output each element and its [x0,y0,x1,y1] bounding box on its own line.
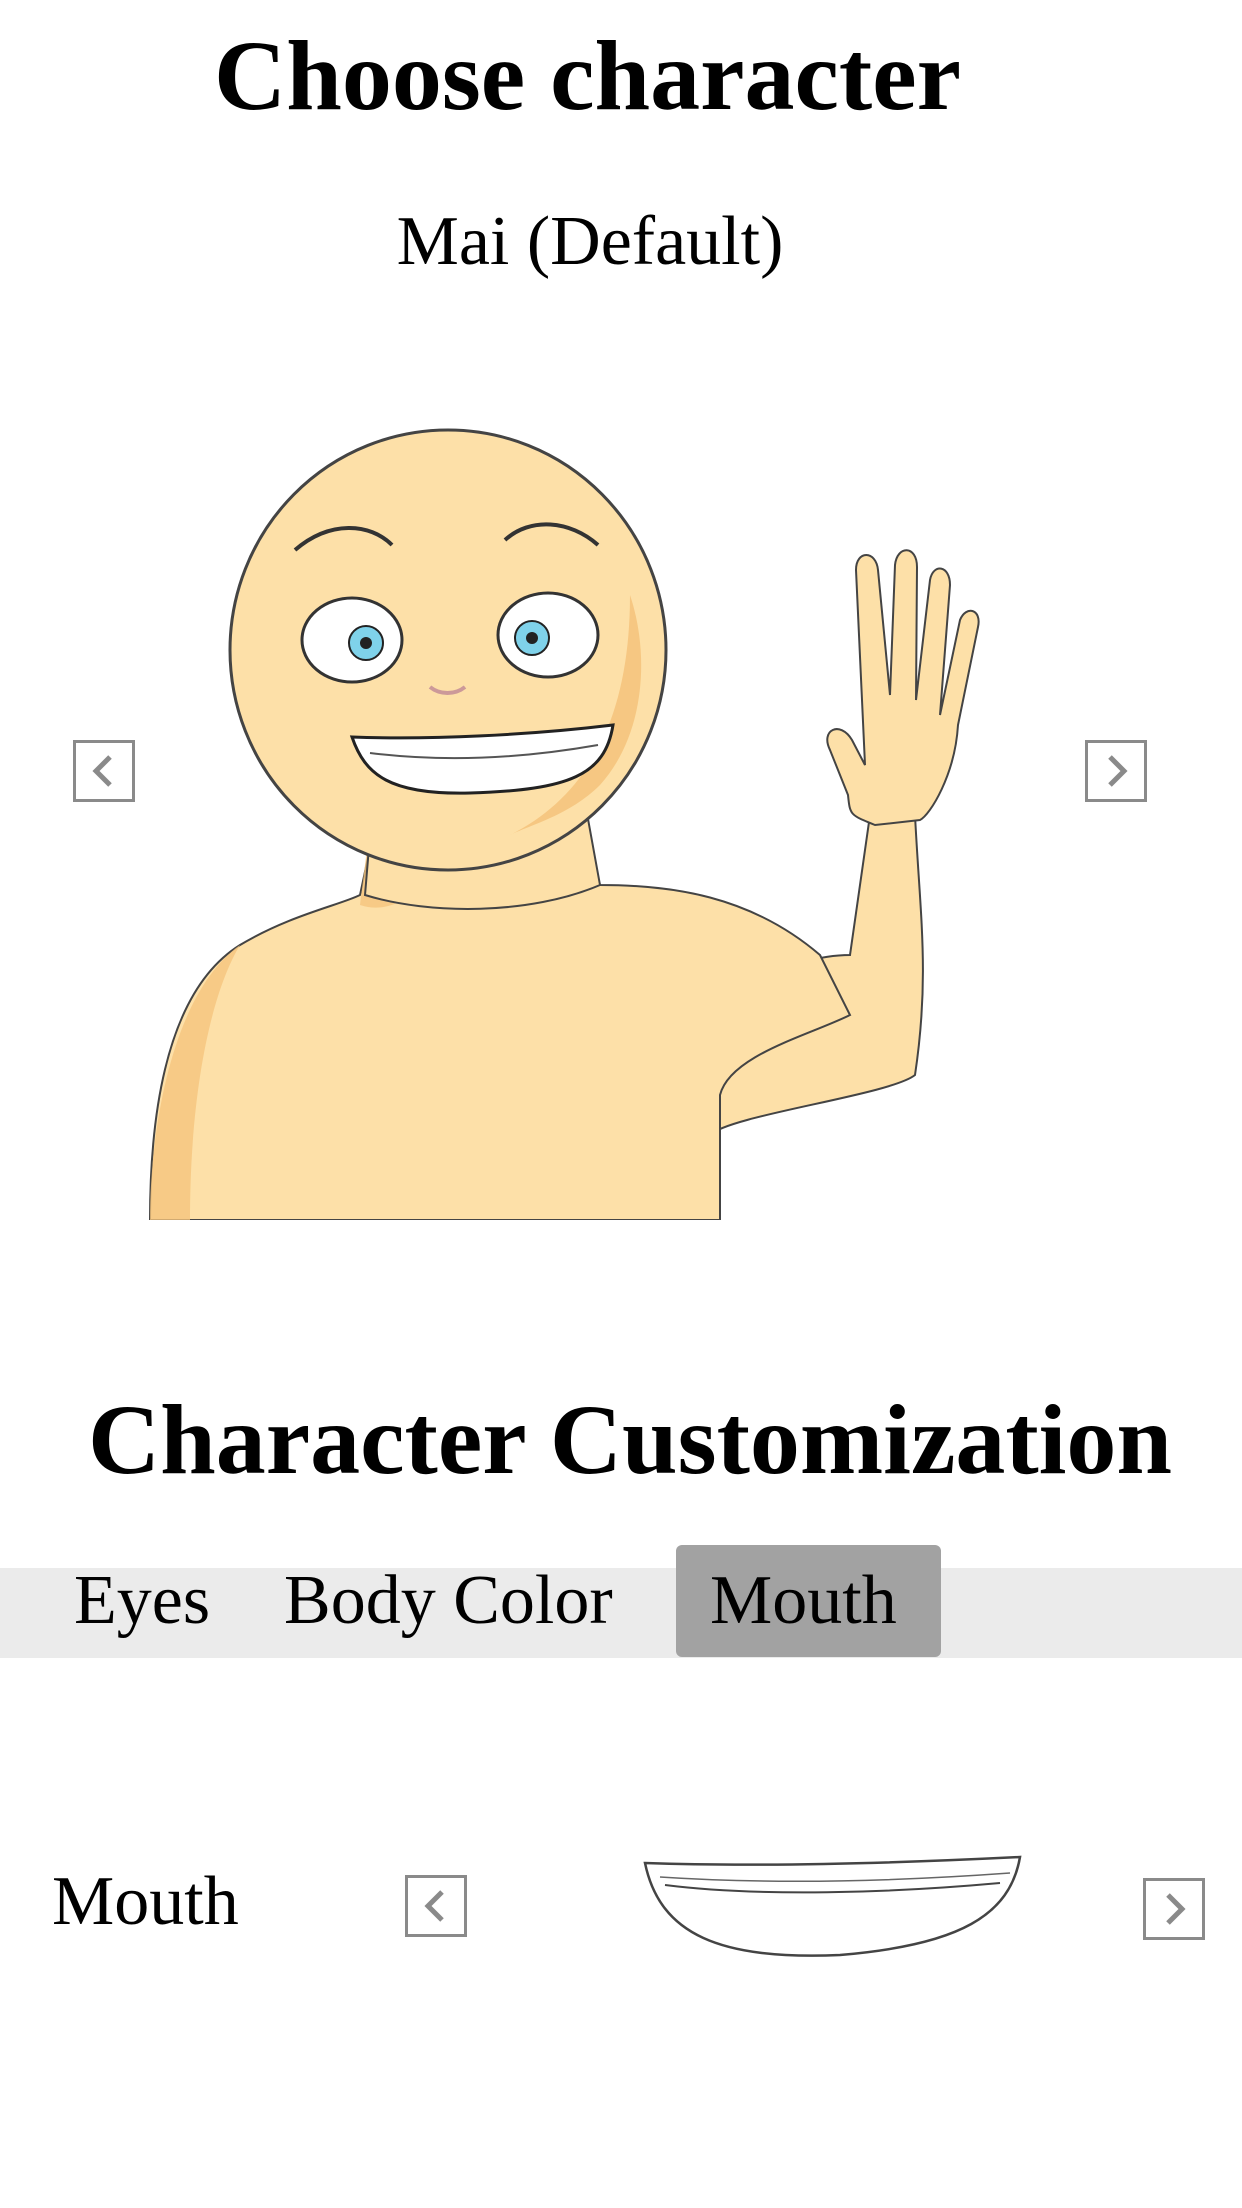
chevron-right-icon [1166,1893,1186,1925]
previous-character-button[interactable] [73,740,135,802]
character-name: Mai (Default) [396,203,784,280]
next-character-button[interactable] [1085,740,1147,802]
chevron-right-icon [1108,755,1128,787]
mouth-preview-image [643,1855,1022,1957]
chevron-left-icon [424,1890,444,1922]
tab-body-color[interactable]: Body Color [250,1545,647,1657]
next-mouth-button[interactable] [1143,1878,1205,1940]
tab-mouth[interactable]: Mouth [676,1545,941,1657]
character-illustration [148,428,980,1220]
customization-title: Character Customization [87,1384,1173,1495]
option-label: Mouth [52,1863,239,1940]
chevron-left-icon [92,755,112,787]
page-title: Choose character [214,20,961,131]
previous-mouth-button[interactable] [405,1875,467,1937]
tab-eyes[interactable]: Eyes [40,1545,244,1657]
